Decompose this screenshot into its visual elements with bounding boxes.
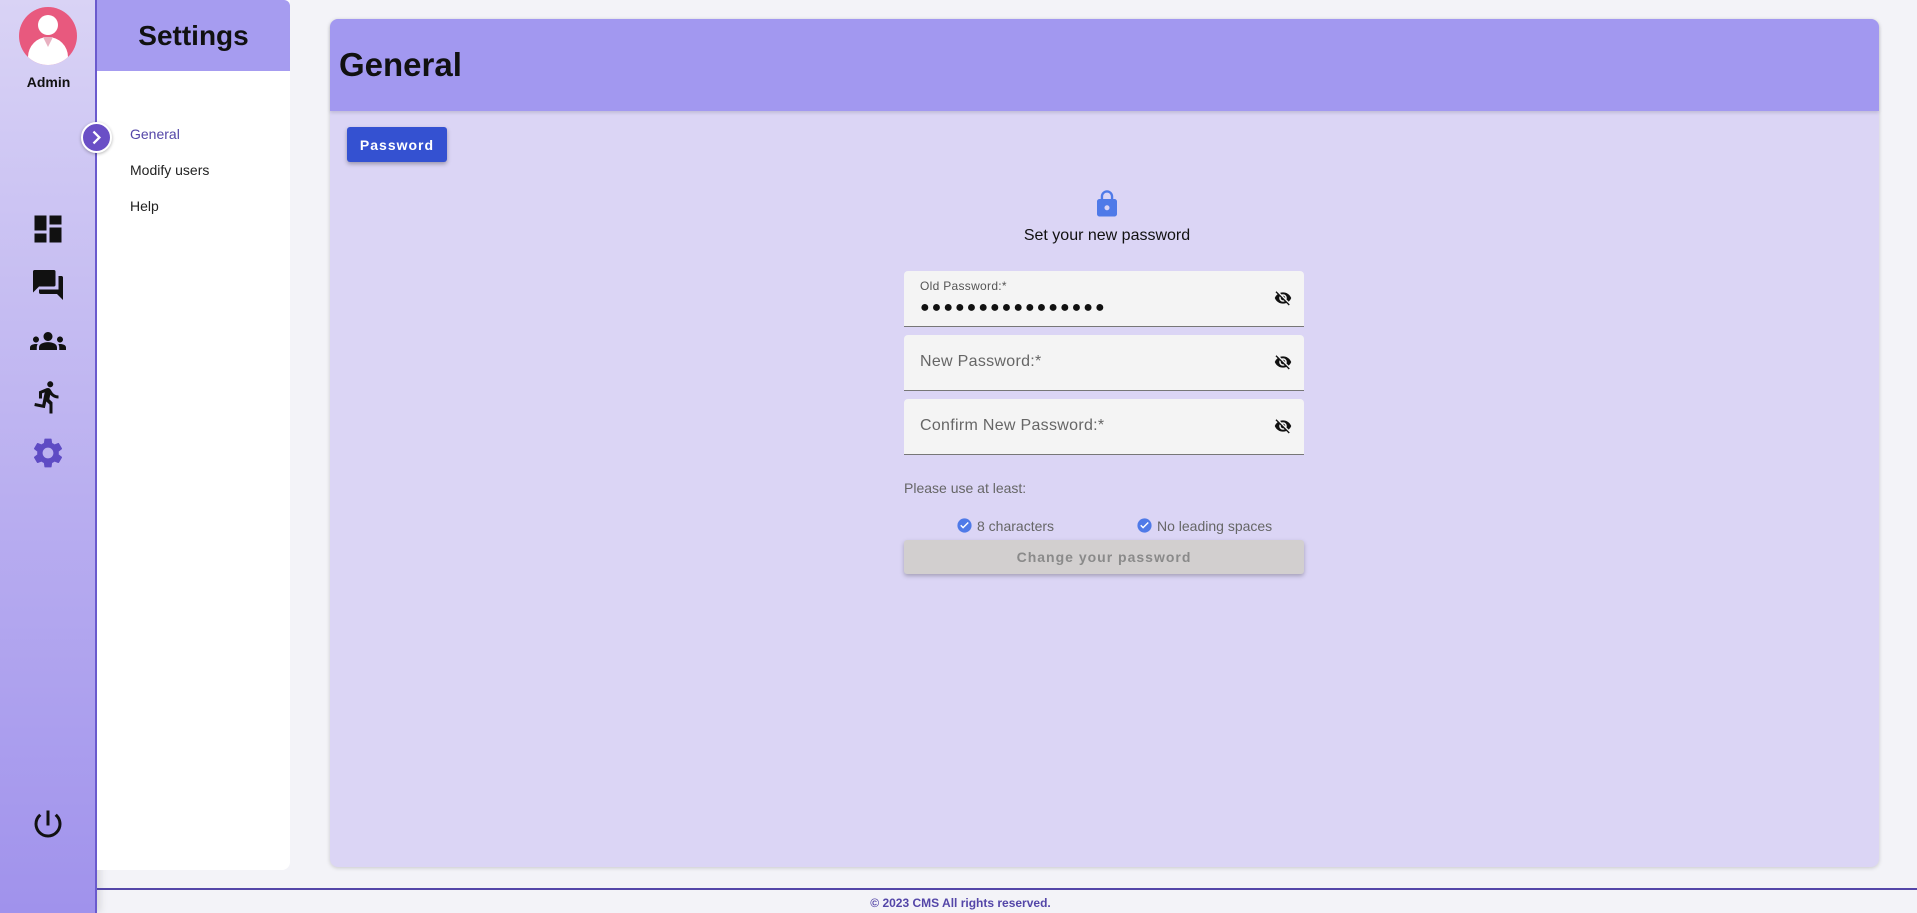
settings-panel: Settings General Modify users Help (97, 0, 290, 870)
chat-icon[interactable] (30, 267, 66, 303)
footer-divider (97, 888, 1917, 890)
visibility-off-icon[interactable] (1274, 353, 1292, 371)
power-icon[interactable] (30, 806, 66, 842)
main-card: General Password Set your new password O… (330, 19, 1879, 867)
settings-item-modify-users[interactable]: Modify users (130, 152, 290, 188)
confirm-password-field[interactable]: Confirm New Password:* (904, 399, 1304, 455)
new-password-placeholder: New Password:* (920, 353, 1042, 370)
password-hint: Please use at least: (904, 480, 1027, 496)
page-title: General (339, 46, 462, 83)
check-circle-icon (956, 517, 973, 534)
activity-icon[interactable] (30, 379, 66, 415)
old-password-value: ●●●●●●●●●●●●●●●● (920, 299, 1107, 316)
settings-item-general[interactable]: General (130, 116, 290, 152)
settings-header: Settings (97, 0, 290, 71)
visibility-off-icon[interactable] (1274, 417, 1292, 435)
settings-gear-icon[interactable] (30, 435, 66, 471)
requirement-label: No leading spaces (1157, 517, 1273, 534)
user-name: Admin (26, 74, 71, 90)
requirement-item: No leading spaces (1136, 517, 1272, 534)
new-password-field[interactable]: New Password:* (904, 335, 1304, 391)
requirement-label: 8 characters (977, 517, 1055, 534)
old-password-label: Old Password:* (920, 279, 1007, 293)
requirement-item: 8 characters (956, 517, 1054, 534)
password-tab-button[interactable]: Password (347, 127, 447, 162)
chevron-right-icon[interactable] (81, 122, 112, 153)
settings-title: Settings (138, 19, 249, 51)
visibility-off-icon[interactable] (1274, 289, 1292, 307)
footer-copyright: © 2023 CMS All rights reserved. (870, 896, 1051, 910)
user-avatar-icon[interactable] (19, 7, 77, 65)
dashboard-icon[interactable] (30, 211, 66, 247)
change-password-button[interactable]: Change your password (904, 540, 1304, 574)
check-circle-icon (1136, 517, 1153, 534)
main-header: General (330, 19, 1879, 111)
settings-menu: General Modify users Help (97, 71, 290, 224)
form-title: Set your new password (1023, 227, 1191, 244)
lock-icon (1092, 189, 1122, 219)
settings-item-help[interactable]: Help (130, 188, 290, 224)
old-password-field[interactable]: Old Password:* ●●●●●●●●●●●●●●●● (904, 271, 1304, 327)
confirm-password-placeholder: Confirm New Password:* (920, 417, 1105, 434)
users-icon[interactable] (30, 323, 66, 359)
